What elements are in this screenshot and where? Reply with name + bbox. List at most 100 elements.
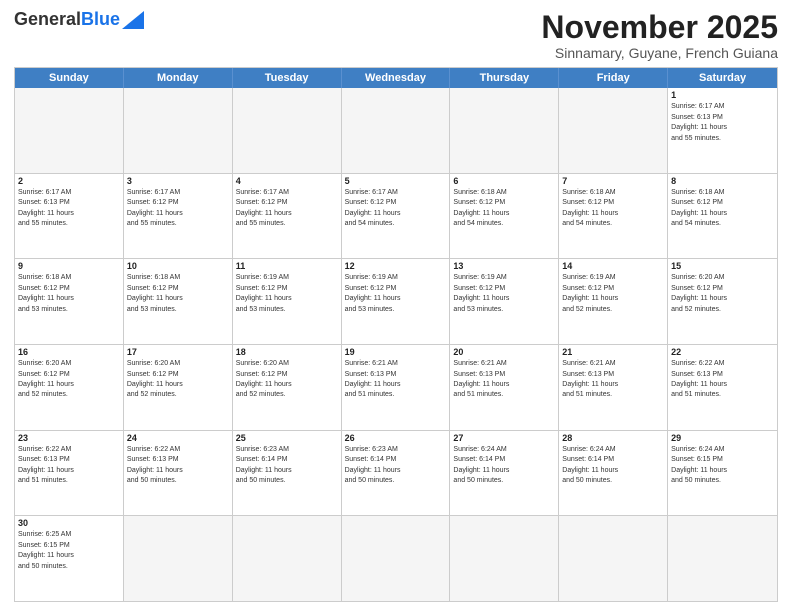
calendar: SundayMondayTuesdayWednesdayThursdayFrid… [14,67,778,602]
calendar-cell: 25 Sunrise: 6:23 AM Sunset: 6:14 PM Dayli… [233,431,342,516]
cell-info: Sunrise: 6:17 AM Sunset: 6:13 PM Dayligh… [18,189,74,227]
cell-info: Sunrise: 6:19 AM Sunset: 6:12 PM Dayligh… [345,274,401,312]
calendar-cell [450,516,559,601]
day-number: 27 [453,433,555,443]
day-number: 4 [236,176,338,186]
day-number: 11 [236,261,338,271]
calendar-cell: 9Sunrise: 6:18 AM Sunset: 6:12 PM Daylig… [15,259,124,344]
day-number: 29 [671,433,774,443]
day-number: 14 [562,261,664,271]
cell-info: Sunrise: 6:17 AM Sunset: 6:12 PM Dayligh… [345,189,401,227]
day-number: 1 [671,90,774,100]
calendar-cell: 24Sunrise: 6:22 AM Sunset: 6:13 PM Dayli… [124,431,233,516]
weekday-header: Sunday [15,68,124,88]
calendar-row: 16Sunrise: 6:20 AM Sunset: 6:12 PM Dayli… [15,344,777,430]
cell-info: Sunrise: 6:24 AM Sunset: 6:14 PM Dayligh… [562,446,618,484]
calendar-cell: 28 Sunrise: 6:24 AM Sunset: 6:14 PM Dayli… [559,431,668,516]
day-number: 8 [671,176,774,186]
cell-info: Sunrise: 6:17 AM Sunset: 6:13 PM Dayligh… [671,103,727,141]
day-number: 3 [127,176,229,186]
cell-info: Sunrise: 6:22 AM Sunset: 6:13 PM Dayligh… [18,446,74,484]
cell-info: Sunrise: 6:20 AM Sunset: 6:12 PM Dayligh… [18,360,74,398]
calendar-cell [124,516,233,601]
cell-info: Sunrise: 6:24 AM Sunset: 6:14 PM Dayligh… [453,446,509,484]
cell-info: Sunrise: 6:18 AM Sunset: 6:12 PM Dayligh… [127,274,183,312]
cell-info: Sunrise: 6:25 AM Sunset: 6:15 PM Dayligh… [18,531,74,569]
day-number: 22 [671,347,774,357]
calendar-row: 23 Sunrise: 6:22 AM Sunset: 6:13 PM Dayli… [15,430,777,516]
day-number: 10 [127,261,229,271]
logo-blue: Blue [81,9,120,29]
weekday-header: Monday [124,68,233,88]
logo-triangle-icon [122,11,144,29]
month-title: November 2025 [541,10,778,45]
day-number: 12 [345,261,447,271]
subtitle: Sinnamary, Guyane, French Guiana [541,45,778,61]
day-number: 7 [562,176,664,186]
cell-info: Sunrise: 6:22 AM Sunset: 6:13 PM Dayligh… [671,360,727,398]
cell-info: Sunrise: 6:24 AM Sunset: 6:15 PM Dayligh… [671,446,727,484]
calendar-cell: 11Sunrise: 6:19 AM Sunset: 6:12 PM Dayli… [233,259,342,344]
calendar-cell: 8 Sunrise: 6:18 AM Sunset: 6:12 PM Daylig… [668,174,777,259]
cell-info: Sunrise: 6:19 AM Sunset: 6:12 PM Dayligh… [562,274,618,312]
calendar-body: 1 Sunrise: 6:17 AM Sunset: 6:13 PM Daylig… [15,88,777,601]
page: GeneralBlue November 2025 Sinnamary, Guy… [0,0,792,612]
calendar-cell: 29 Sunrise: 6:24 AM Sunset: 6:15 PM Dayli… [668,431,777,516]
cell-info: Sunrise: 6:20 AM Sunset: 6:12 PM Dayligh… [127,360,183,398]
day-number: 18 [236,347,338,357]
day-number: 26 [345,433,447,443]
day-number: 5 [345,176,447,186]
day-number: 9 [18,261,120,271]
calendar-cell: 16Sunrise: 6:20 AM Sunset: 6:12 PM Dayli… [15,345,124,430]
calendar-cell: 17Sunrise: 6:20 AM Sunset: 6:12 PM Dayli… [124,345,233,430]
calendar-cell [233,516,342,601]
calendar-cell [15,88,124,173]
cell-info: Sunrise: 6:20 AM Sunset: 6:12 PM Dayligh… [236,360,292,398]
calendar-cell: 13Sunrise: 6:19 AM Sunset: 6:12 PM Dayli… [450,259,559,344]
calendar-cell: 14 Sunrise: 6:19 AM Sunset: 6:12 PM Dayli… [559,259,668,344]
header: GeneralBlue November 2025 Sinnamary, Guy… [14,10,778,61]
cell-info: Sunrise: 6:18 AM Sunset: 6:12 PM Dayligh… [453,189,509,227]
cell-info: Sunrise: 6:17 AM Sunset: 6:12 PM Dayligh… [236,189,292,227]
cell-info: Sunrise: 6:21 AM Sunset: 6:13 PM Dayligh… [345,360,401,398]
cell-info: Sunrise: 6:20 AM Sunset: 6:12 PM Dayligh… [671,274,727,312]
weekday-header: Tuesday [233,68,342,88]
calendar-cell: 19Sunrise: 6:21 AM Sunset: 6:13 PM Dayli… [342,345,451,430]
calendar-row: 1 Sunrise: 6:17 AM Sunset: 6:13 PM Daylig… [15,88,777,173]
title-block: November 2025 Sinnamary, Guyane, French … [541,10,778,61]
calendar-cell [233,88,342,173]
calendar-cell: 3Sunrise: 6:17 AM Sunset: 6:12 PM Daylig… [124,174,233,259]
calendar-cell: 10 Sunrise: 6:18 AM Sunset: 6:12 PM Dayli… [124,259,233,344]
calendar-cell: 2 Sunrise: 6:17 AM Sunset: 6:13 PM Daylig… [15,174,124,259]
cell-info: Sunrise: 6:23 AM Sunset: 6:14 PM Dayligh… [236,446,292,484]
calendar-cell [342,516,451,601]
calendar-cell: 26Sunrise: 6:23 AM Sunset: 6:14 PM Dayli… [342,431,451,516]
cell-info: Sunrise: 6:21 AM Sunset: 6:13 PM Dayligh… [562,360,618,398]
calendar-cell [342,88,451,173]
weekday-header: Saturday [668,68,777,88]
calendar-cell: 18 Sunrise: 6:20 AM Sunset: 6:12 PM Dayli… [233,345,342,430]
day-number: 28 [562,433,664,443]
calendar-cell: 30 Sunrise: 6:25 AM Sunset: 6:15 PM Dayli… [15,516,124,601]
cell-info: Sunrise: 6:18 AM Sunset: 6:12 PM Dayligh… [671,189,727,227]
logo: GeneralBlue [14,10,144,30]
day-number: 2 [18,176,120,186]
day-number: 6 [453,176,555,186]
calendar-cell: 1 Sunrise: 6:17 AM Sunset: 6:13 PM Daylig… [668,88,777,173]
calendar-row: 2 Sunrise: 6:17 AM Sunset: 6:13 PM Daylig… [15,173,777,259]
calendar-cell: 21Sunrise: 6:21 AM Sunset: 6:13 PM Dayli… [559,345,668,430]
calendar-cell: 15Sunrise: 6:20 AM Sunset: 6:12 PM Dayli… [668,259,777,344]
calendar-cell [450,88,559,173]
day-number: 25 [236,433,338,443]
day-number: 30 [18,518,120,528]
weekday-header: Wednesday [342,68,451,88]
calendar-cell: 7Sunrise: 6:18 AM Sunset: 6:12 PM Daylig… [559,174,668,259]
calendar-cell [559,88,668,173]
day-number: 20 [453,347,555,357]
calendar-cell [124,88,233,173]
calendar-cell: 4 Sunrise: 6:17 AM Sunset: 6:12 PM Daylig… [233,174,342,259]
calendar-row: 30 Sunrise: 6:25 AM Sunset: 6:15 PM Dayli… [15,515,777,601]
calendar-row: 9 Sunrise: 6:18 AM Sunset: 6:12 PM Daylig… [15,258,777,344]
logo-text: GeneralBlue [14,10,120,30]
day-number: 23 [18,433,120,443]
